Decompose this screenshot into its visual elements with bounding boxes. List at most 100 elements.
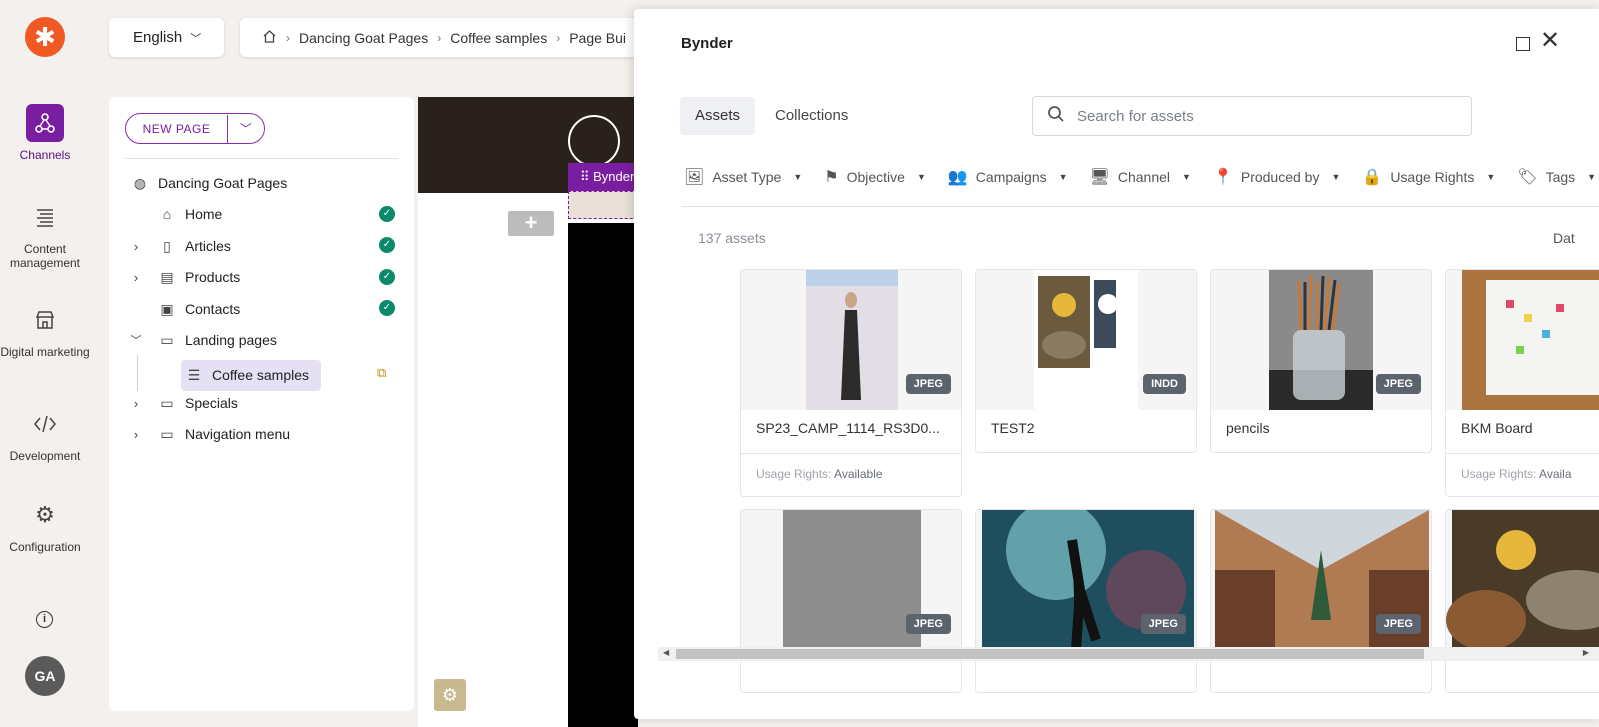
scroll-right-icon[interactable]: ▶ (1583, 648, 1589, 657)
filter-produced-by[interactable]: 📍 Produced by ▼ (1213, 161, 1340, 193)
sort-dropdown[interactable]: Dat (1553, 230, 1575, 246)
filter-asset-type[interactable]: 🖼 Asset Type ▼ (684, 161, 802, 193)
kentico-logo[interactable]: ✱ (25, 17, 65, 57)
asset-card[interactable]: JPEG (975, 509, 1197, 693)
filter-usage-rights[interactable]: 🔒 Usage Rights ▼ (1362, 161, 1495, 193)
page-builder-preview: ⠿ Bynder + ⚙ (418, 97, 638, 727)
tree-node-specials[interactable]: › ▭ Specials (128, 389, 238, 417)
asset-card[interactable]: JPEG (740, 509, 962, 693)
rail-development[interactable]: Development (0, 405, 90, 463)
flag-icon: ⚑ (824, 169, 839, 186)
goat-logo-icon (568, 115, 620, 167)
rail-configuration[interactable]: ⚙ Configuration (0, 496, 90, 554)
tree-node-landing-pages[interactable]: ﹀ ▭ Landing pages (128, 326, 277, 354)
divider (741, 453, 961, 454)
add-widget-button[interactable]: + (508, 211, 554, 236)
file-type-badge: JPEG (1140, 614, 1186, 634)
left-rail: ✱ Channels Content management Digital ma… (0, 0, 90, 727)
asset-thumbnail (1446, 270, 1599, 410)
scroll-left-icon[interactable]: ◀ (663, 648, 669, 657)
close-icon[interactable]: ✕ (1540, 29, 1560, 53)
tab-assets[interactable]: Assets (680, 97, 756, 135)
tab-collections[interactable]: Collections (760, 97, 863, 135)
asset-card[interactable]: INDD TEST2 (975, 269, 1197, 453)
lock-icon: 🔒 (1362, 169, 1383, 186)
tree-node-home[interactable]: ⌂ Home (158, 200, 223, 228)
caret-down-icon: ▼ (793, 172, 803, 182)
file-type-badge: JPEG (905, 374, 951, 394)
published-check-icon: ✓ (379, 300, 395, 316)
asset-card[interactable]: JPEG SP23_CAMP_1114_RS3D0... Usage Right… (740, 269, 962, 497)
asset-card[interactable]: JPEG (1210, 509, 1432, 693)
monitor-icon: 🖥 (1089, 169, 1110, 186)
code-icon (26, 405, 64, 443)
home-icon: ⌂ (162, 206, 172, 222)
widget-label: Bynder (593, 169, 635, 184)
tree-node-root[interactable]: ◍ Dancing Goat Pages (131, 169, 287, 197)
tree-node-contacts[interactable]: ▣ Contacts (158, 295, 240, 323)
usage-rights: Usage Rights: Availa (1461, 467, 1572, 481)
rail-label: Digital marketing (0, 345, 90, 359)
settings-icon[interactable]: ⚙ (434, 679, 466, 711)
new-page-button[interactable]: NEW PAGE ﹀ (125, 113, 265, 144)
caret-down-icon: ▼ (916, 172, 926, 182)
bynder-frame: Assets Collections Search for assets 🖼 A… (658, 69, 1599, 719)
content-icon (26, 198, 64, 236)
filter-tags[interactable]: 🏷 Tags ▼ (1517, 161, 1596, 193)
horizontal-scrollbar[interactable]: ◀ ▶ (658, 647, 1599, 661)
caret-down-icon: ▼ (1058, 172, 1068, 182)
info-icon[interactable]: i (36, 611, 53, 628)
archive-icon: ▤ (160, 268, 174, 285)
rail-content-management[interactable]: Content management (0, 198, 90, 270)
asset-name: TEST2 (991, 420, 1035, 436)
new-page-label[interactable]: NEW PAGE (126, 114, 228, 143)
chevron-right-icon[interactable]: › (128, 427, 144, 442)
filter-label: Tags (1545, 169, 1576, 185)
language-selector[interactable]: English ﹀ (109, 18, 224, 57)
chevron-right-icon: › (556, 30, 561, 45)
tree-node-coffee-samples[interactable]: ☰ Coffee samples (185, 361, 309, 389)
tree-node-label: Contacts (185, 301, 241, 317)
home-icon[interactable] (262, 29, 277, 47)
filter-objective[interactable]: ⚑ Objective ▼ (824, 161, 926, 193)
asset-name: BKM Board (1461, 420, 1533, 436)
filter-label: Usage Rights (1390, 169, 1475, 185)
filter-campaigns[interactable]: 👥 Campaigns ▼ (948, 161, 1068, 193)
rail-channels[interactable]: Channels (0, 104, 90, 162)
tree-guide-line (137, 355, 138, 391)
tree-node-navigation-menu[interactable]: › ▭ Navigation menu (128, 420, 290, 448)
maximize-icon[interactable] (1516, 37, 1530, 51)
filter-label: Channel (1117, 169, 1171, 185)
chevron-right-icon[interactable]: › (128, 239, 144, 254)
chevron-down-icon[interactable]: ﹀ (228, 120, 264, 137)
rail-label: Development (9, 449, 81, 463)
avatar[interactable]: GA (25, 656, 65, 696)
scrollbar-thumb[interactable] (676, 649, 1424, 659)
widget-body[interactable] (568, 191, 638, 219)
asset-name: SP23_CAMP_1114_RS3D0... (756, 420, 940, 436)
chevron-right-icon: › (286, 30, 290, 45)
tree-node-label: Coffee samples (212, 367, 310, 383)
asset-card[interactable]: JPEG pencils (1210, 269, 1432, 453)
widget-header[interactable]: ⠿ Bynder (568, 163, 638, 191)
tree-node-products[interactable]: › ▤ Products (128, 263, 240, 291)
search-placeholder: Search for assets (1077, 107, 1194, 125)
breadcrumb: › Dancing Goat Pages › Coffee samples › … (240, 18, 640, 57)
breadcrumb-item[interactable]: Dancing Goat Pages (299, 30, 428, 46)
filter-channel[interactable]: 🖥 Channel ▼ (1090, 161, 1191, 193)
breadcrumb-item[interactable]: Page Bui (569, 30, 626, 46)
tree-node-label: Landing pages (185, 332, 277, 348)
asset-card[interactable]: BKM Board Usage Rights: Availa (1445, 269, 1599, 497)
folder-icon: ▭ (160, 331, 174, 348)
search-input[interactable]: Search for assets (1032, 96, 1472, 136)
chevron-right-icon[interactable]: › (128, 396, 144, 411)
chevron-right-icon[interactable]: › (128, 270, 144, 285)
rail-digital-marketing[interactable]: Digital marketing (0, 301, 90, 359)
breadcrumb-item[interactable]: Coffee samples (450, 30, 547, 46)
chevron-down-icon[interactable]: ﹀ (128, 332, 144, 348)
tree-node-articles[interactable]: › ▯ Articles (128, 232, 231, 260)
file-type-badge: JPEG (905, 614, 951, 634)
image-icon: 🖼 (684, 169, 705, 186)
content-tree-panel: NEW PAGE ﹀ ◍ Dancing Goat Pages ⌂ Home ✓… (109, 97, 414, 711)
asset-card[interactable] (1445, 509, 1599, 693)
